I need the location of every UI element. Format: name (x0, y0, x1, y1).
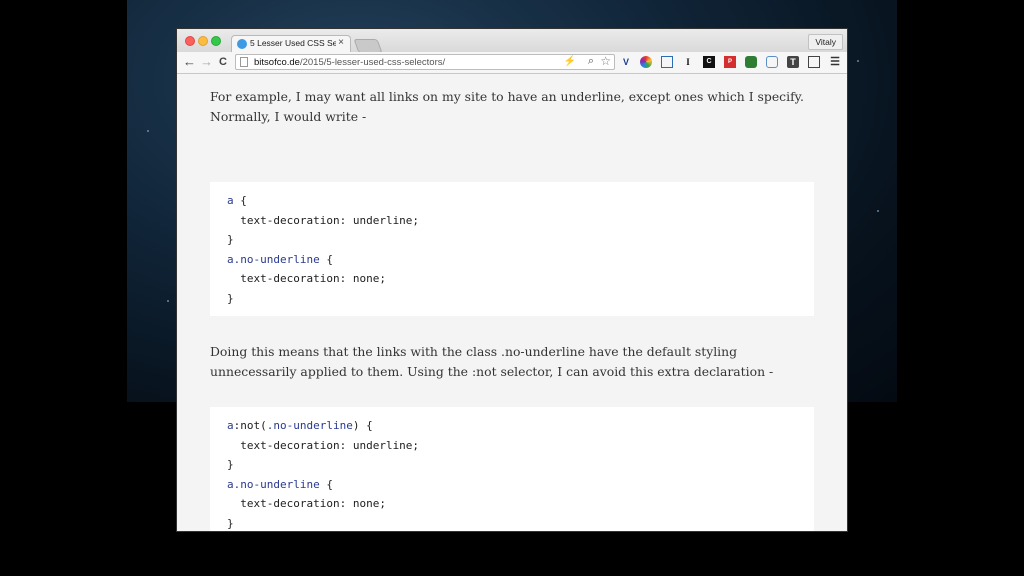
tab-title: 5 Lesser Used CSS Selectors (250, 38, 336, 48)
back-arrow-icon[interactable]: ← (183, 54, 196, 70)
code-block-1: a { text-decoration: underline; } a.no-u… (210, 182, 814, 316)
close-window-button[interactable] (185, 36, 195, 46)
cl-icon[interactable]: C (703, 56, 715, 68)
camera-icon[interactable] (766, 56, 778, 68)
code-token: } (227, 516, 234, 530)
tab-close-icon[interactable]: × (338, 37, 344, 48)
paragraph-1: For example, I may want all links on my … (210, 89, 804, 124)
forward-arrow-icon[interactable]: → (200, 54, 213, 70)
magnifier-icon[interactable]: ⌕ (588, 55, 594, 68)
pinwheel-icon[interactable] (640, 56, 652, 68)
code-selector-token: a (227, 194, 234, 207)
maximize-window-button[interactable] (211, 36, 221, 46)
menu-icon[interactable]: ☰ (829, 56, 841, 68)
code-token: :not( (233, 419, 267, 432)
code-token: } (227, 458, 234, 472)
grid-icon[interactable] (808, 56, 820, 68)
code-token: } (227, 233, 234, 247)
browser-toolbar: ← → C bitsofco.de/2015/5-lesser-used-css… (177, 52, 847, 74)
code-token: } (227, 291, 234, 305)
code-token: text-decoration: none; (227, 272, 386, 286)
v-icon[interactable]: V (620, 56, 632, 68)
globe-icon (237, 39, 247, 49)
code-token: { (319, 252, 333, 266)
evernote-icon[interactable] (745, 56, 757, 68)
t-icon[interactable]: T (787, 56, 799, 68)
code-1-text: a { text-decoration: underline; } a.no-u… (210, 182, 814, 318)
code-token: ) { (352, 419, 373, 432)
bookmark-star-icon[interactable]: ☆ (600, 54, 611, 68)
reload-icon[interactable]: C (219, 54, 227, 70)
page-icon (240, 57, 248, 67)
page-content: For example, I may want all links on my … (177, 74, 847, 531)
title-bar: 5 Lesser Used CSS Selectors × Vitaly (177, 29, 847, 53)
pdf-icon[interactable]: P (724, 56, 736, 68)
code-token: { (319, 477, 333, 491)
tab-active[interactable]: 5 Lesser Used CSS Selectors × (231, 35, 351, 52)
profile-button[interactable]: Vitaly (808, 34, 843, 50)
code-selector-token: a.no-underline (227, 477, 320, 491)
address-bar[interactable]: bitsofco.de/2015/5-lesser-used-css-selec… (235, 54, 615, 70)
paragraph-2: Doing this means that the links with the… (210, 344, 774, 379)
code-selector-token: a (227, 419, 234, 432)
code-token: text-decoration: underline; (227, 438, 420, 452)
code-block-2: a:not(.no-underline) { text-decoration: … (210, 407, 814, 531)
code-selector-token: a.no-underline (227, 252, 320, 266)
code-token: { (233, 194, 247, 207)
minimize-window-button[interactable] (198, 36, 208, 46)
instapaper-icon[interactable]: I (682, 56, 694, 68)
url-text: bitsofco.de/2015/5-lesser-used-css-selec… (254, 57, 446, 68)
screenshot-icon[interactable] (661, 56, 673, 68)
code-token: text-decoration: none; (227, 497, 386, 511)
code-selector-token: .no-underline (266, 419, 353, 432)
code-token: text-decoration: underline; (227, 213, 420, 227)
code-2-text: a:not(.no-underline) { text-decoration: … (210, 407, 814, 531)
lightning-icon[interactable]: ⚡ (564, 56, 576, 67)
browser-window: 5 Lesser Used CSS Selectors × Vitaly ← →… (177, 29, 847, 531)
new-tab-button[interactable] (353, 39, 383, 53)
